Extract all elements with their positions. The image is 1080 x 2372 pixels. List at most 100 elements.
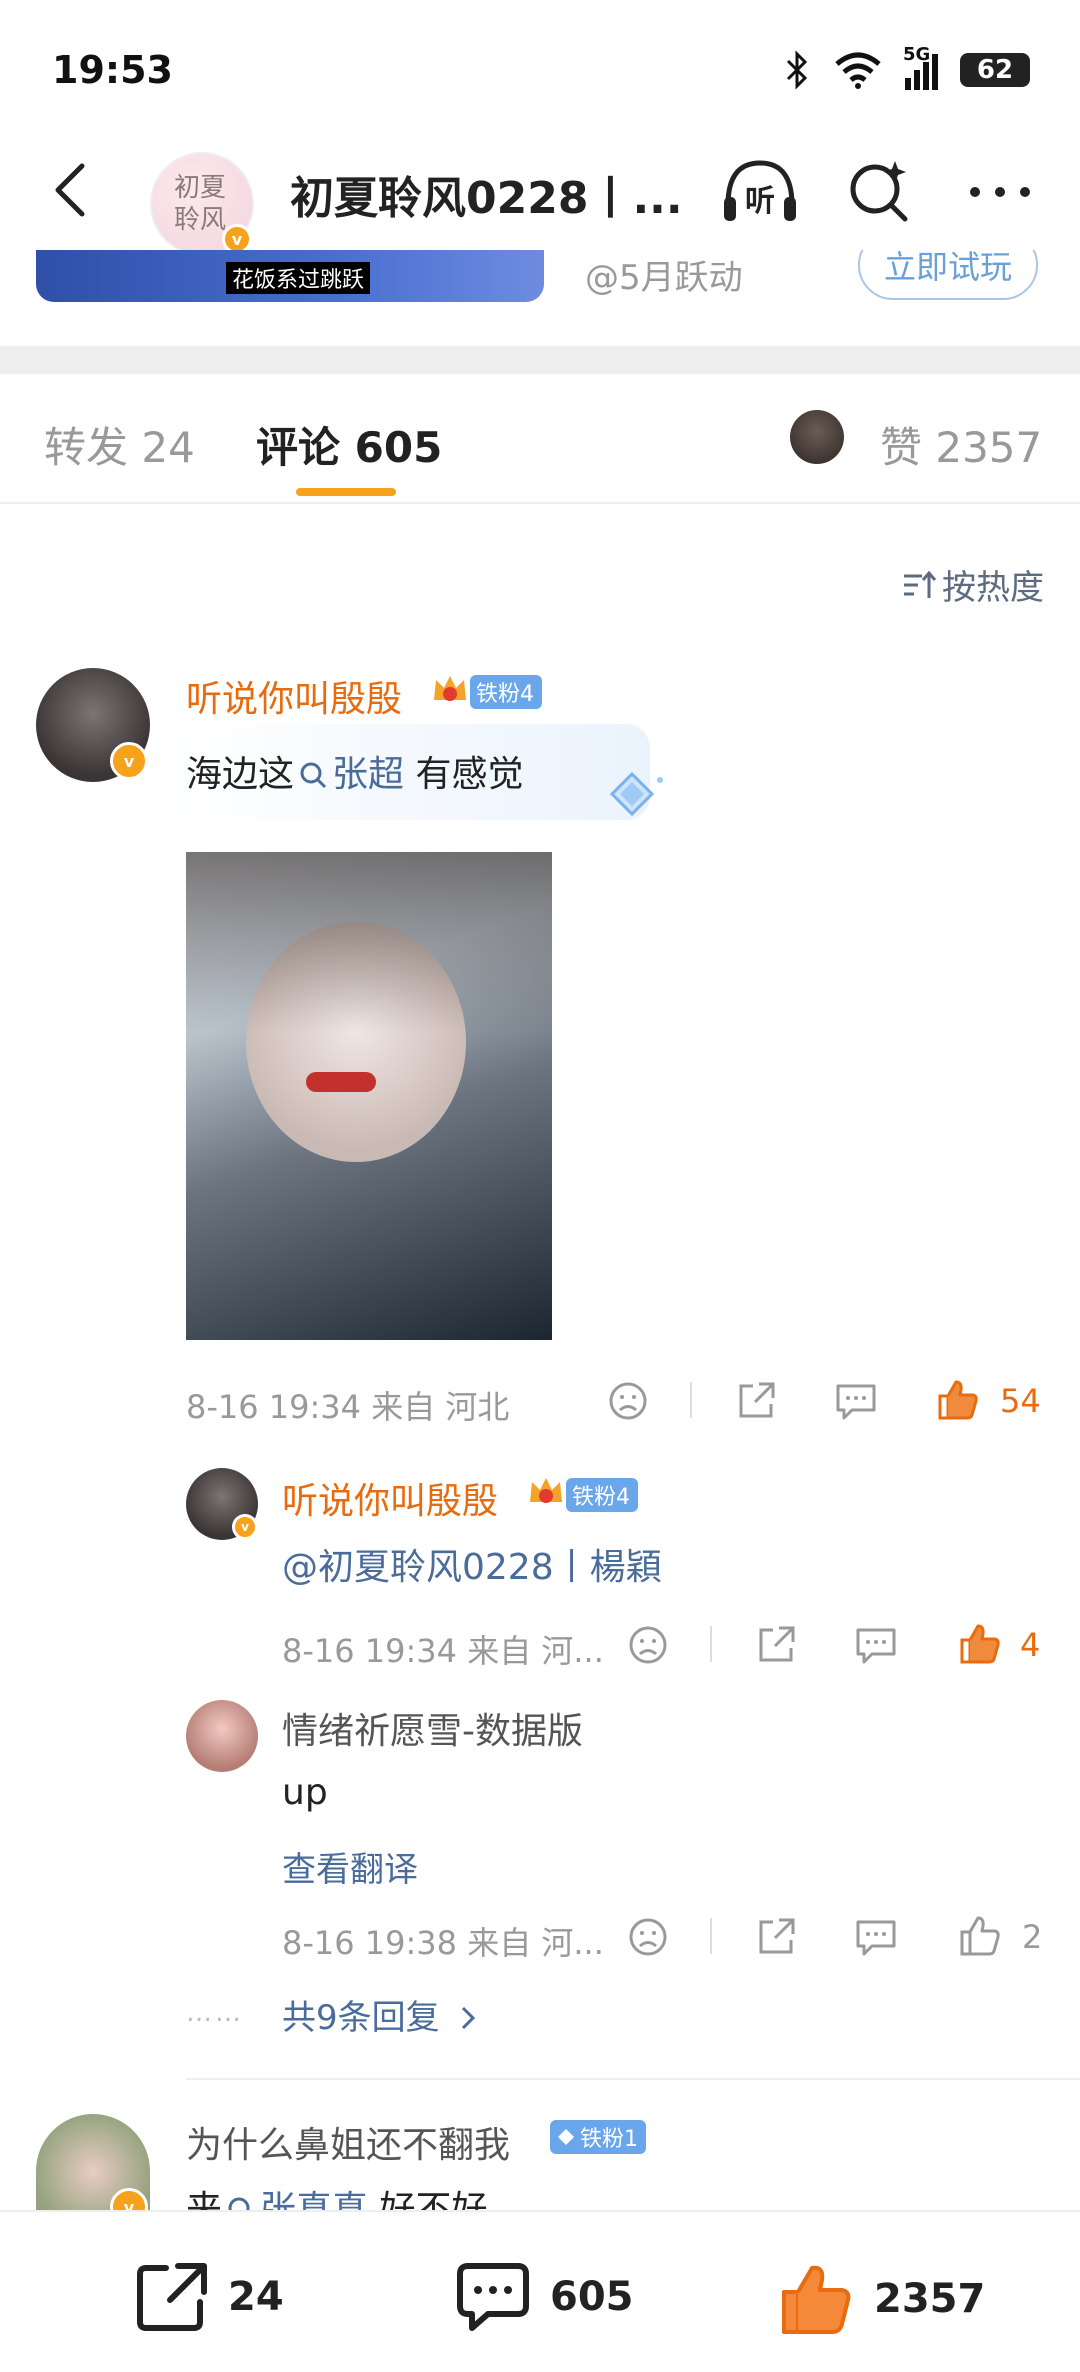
crown-icon bbox=[430, 670, 470, 710]
liker-avatar[interactable] bbox=[790, 410, 844, 464]
avatar-text: 初夏 聆风 bbox=[174, 173, 227, 235]
reply-button[interactable] bbox=[848, 1620, 904, 1670]
sad-face-icon bbox=[629, 1626, 667, 1664]
verified-badge-icon: v bbox=[110, 2188, 148, 2210]
comment-photo[interactable] bbox=[186, 852, 552, 1340]
share-button[interactable] bbox=[728, 1376, 784, 1426]
share-icon bbox=[137, 2263, 207, 2331]
verified-badge-icon: v bbox=[232, 1514, 258, 1540]
status-time: 19:53 bbox=[52, 48, 173, 92]
share-icon bbox=[759, 1918, 795, 1954]
commenter-avatar[interactable]: v bbox=[36, 2114, 150, 2210]
more-button[interactable] bbox=[955, 152, 1045, 232]
mention-link[interactable]: 张真真 bbox=[222, 2189, 368, 2210]
share-icon bbox=[739, 1382, 775, 1418]
thumbs-up-icon bbox=[960, 1916, 1000, 1956]
dislike-button[interactable] bbox=[620, 1620, 676, 1670]
reply-button[interactable] bbox=[828, 1376, 884, 1426]
verified-badge-icon: v bbox=[110, 742, 148, 780]
tab-bar: 转发 24 评论 605 赞 2357 bbox=[0, 374, 1080, 504]
comment-meta: 8-16 19:34 来自 河北 bbox=[186, 1388, 510, 1426]
tab-repost[interactable]: 转发 24 bbox=[44, 414, 195, 475]
like-button[interactable] bbox=[930, 1374, 986, 1426]
mention-link[interactable]: 张超 bbox=[294, 754, 404, 795]
headphones-icon: 听 bbox=[724, 160, 796, 221]
thumbs-up-icon bbox=[938, 1380, 978, 1420]
thumbs-up-icon bbox=[960, 1624, 1000, 1664]
search-icon bbox=[300, 762, 327, 789]
more-dots-icon bbox=[970, 187, 1030, 197]
status-bar: 19:53 5G 62 bbox=[0, 0, 1080, 130]
bluetooth-icon bbox=[786, 50, 808, 90]
comment-icon bbox=[457, 2263, 529, 2331]
comment-icon bbox=[836, 1384, 876, 1420]
view-more-replies-link[interactable]: 共9条回复 bbox=[282, 1990, 478, 2039]
wifi-icon bbox=[835, 52, 881, 89]
crown-icon bbox=[526, 1472, 566, 1512]
like-count: 2 bbox=[1022, 1918, 1043, 1956]
comment-icon bbox=[856, 1920, 896, 1956]
tab-likes[interactable]: 赞 2357 bbox=[880, 414, 1042, 475]
comment-icon bbox=[856, 1628, 896, 1664]
chevron-left-icon bbox=[55, 163, 85, 217]
commenter-name[interactable]: 听说你叫殷殷 bbox=[186, 670, 402, 722]
repost-count: 24 bbox=[228, 2274, 284, 2320]
signal-icon: 5G bbox=[903, 44, 938, 90]
divider bbox=[690, 1382, 692, 1418]
dislike-button[interactable] bbox=[620, 1912, 676, 1962]
chevron-right-icon bbox=[462, 2006, 476, 2030]
active-tab-indicator bbox=[296, 488, 396, 496]
tab-comments[interactable]: 评论 605 bbox=[256, 414, 442, 475]
back-button[interactable] bbox=[30, 150, 110, 230]
thumbs-up-icon bbox=[782, 2265, 851, 2334]
status-icons: 5G 62 bbox=[785, 44, 1030, 90]
translate-link[interactable]: 查看翻译 bbox=[282, 1842, 418, 1891]
bottom-action-bar: 24 605 2357 bbox=[0, 2210, 1080, 2372]
comment-text: 海边这 张超 有感觉 bbox=[186, 754, 524, 795]
diamond-decoration-icon bbox=[609, 771, 663, 817]
reply-meta: 8-16 19:34 来自 河... bbox=[282, 1632, 604, 1670]
commenter-name[interactable]: 为什么鼻姐还不翻我 bbox=[186, 2116, 510, 2168]
author-name[interactable]: 初夏聆风0228丨... bbox=[290, 162, 680, 226]
author-avatar[interactable]: 初夏 聆风 v bbox=[150, 152, 254, 256]
search-icon bbox=[228, 2197, 250, 2210]
bottom-comment-button[interactable]: 605 bbox=[454, 2260, 634, 2334]
svg-text:听: 听 bbox=[745, 184, 775, 219]
comment-count: 605 bbox=[550, 2274, 634, 2320]
bottom-repost-button[interactable]: 24 bbox=[134, 2260, 284, 2334]
sort-label: 按热度 bbox=[942, 568, 1044, 608]
like-button[interactable] bbox=[952, 1618, 1008, 1670]
sad-face-icon bbox=[609, 1382, 647, 1420]
comment-text: 来张真真 好不好 bbox=[186, 2180, 487, 2210]
share-button[interactable] bbox=[748, 1620, 804, 1670]
reply-text[interactable]: @初夏聆风0228丨楊穎 bbox=[282, 1538, 662, 1590]
reply-button[interactable] bbox=[848, 1912, 904, 1962]
section-divider bbox=[0, 346, 1080, 374]
search-button[interactable] bbox=[835, 152, 925, 232]
divider bbox=[710, 1918, 712, 1954]
reply-meta: 8-16 19:38 来自 河... bbox=[282, 1924, 604, 1962]
dislike-button[interactable] bbox=[600, 1376, 656, 1426]
reply-avatar[interactable] bbox=[186, 1700, 258, 1772]
ad-image[interactable]: 花饭系过跳跃 bbox=[36, 250, 544, 302]
fan-badge: 铁粉4 bbox=[470, 675, 542, 709]
reply-username[interactable]: 情绪祈愿雪-数据版 bbox=[282, 1702, 583, 1754]
comment-divider bbox=[186, 2078, 1080, 2080]
bottom-like-button[interactable]: 2357 bbox=[778, 2260, 985, 2338]
listen-button[interactable]: 听 bbox=[715, 152, 805, 232]
sad-face-icon bbox=[629, 1918, 667, 1956]
reply-username[interactable]: 听说你叫殷殷 bbox=[282, 1472, 498, 1524]
ad-image-caption: 花饭系过跳跃 bbox=[226, 262, 371, 294]
sort-button[interactable]: 按热度 bbox=[902, 560, 1044, 609]
commenter-avatar[interactable]: v bbox=[36, 668, 150, 782]
like-count: 54 bbox=[1000, 1382, 1041, 1420]
search-icon bbox=[850, 161, 908, 222]
try-now-button[interactable]: 立即试玩 bbox=[858, 250, 1038, 300]
like-button[interactable] bbox=[952, 1910, 1008, 1962]
thread-dots: …… bbox=[186, 1998, 244, 2028]
battery-indicator: 62 bbox=[960, 53, 1030, 87]
reply-text: up bbox=[282, 1772, 328, 1813]
share-button[interactable] bbox=[748, 1912, 804, 1962]
fan-badge: 铁粉4 bbox=[566, 1478, 638, 1512]
reply-avatar[interactable]: v bbox=[186, 1468, 258, 1540]
